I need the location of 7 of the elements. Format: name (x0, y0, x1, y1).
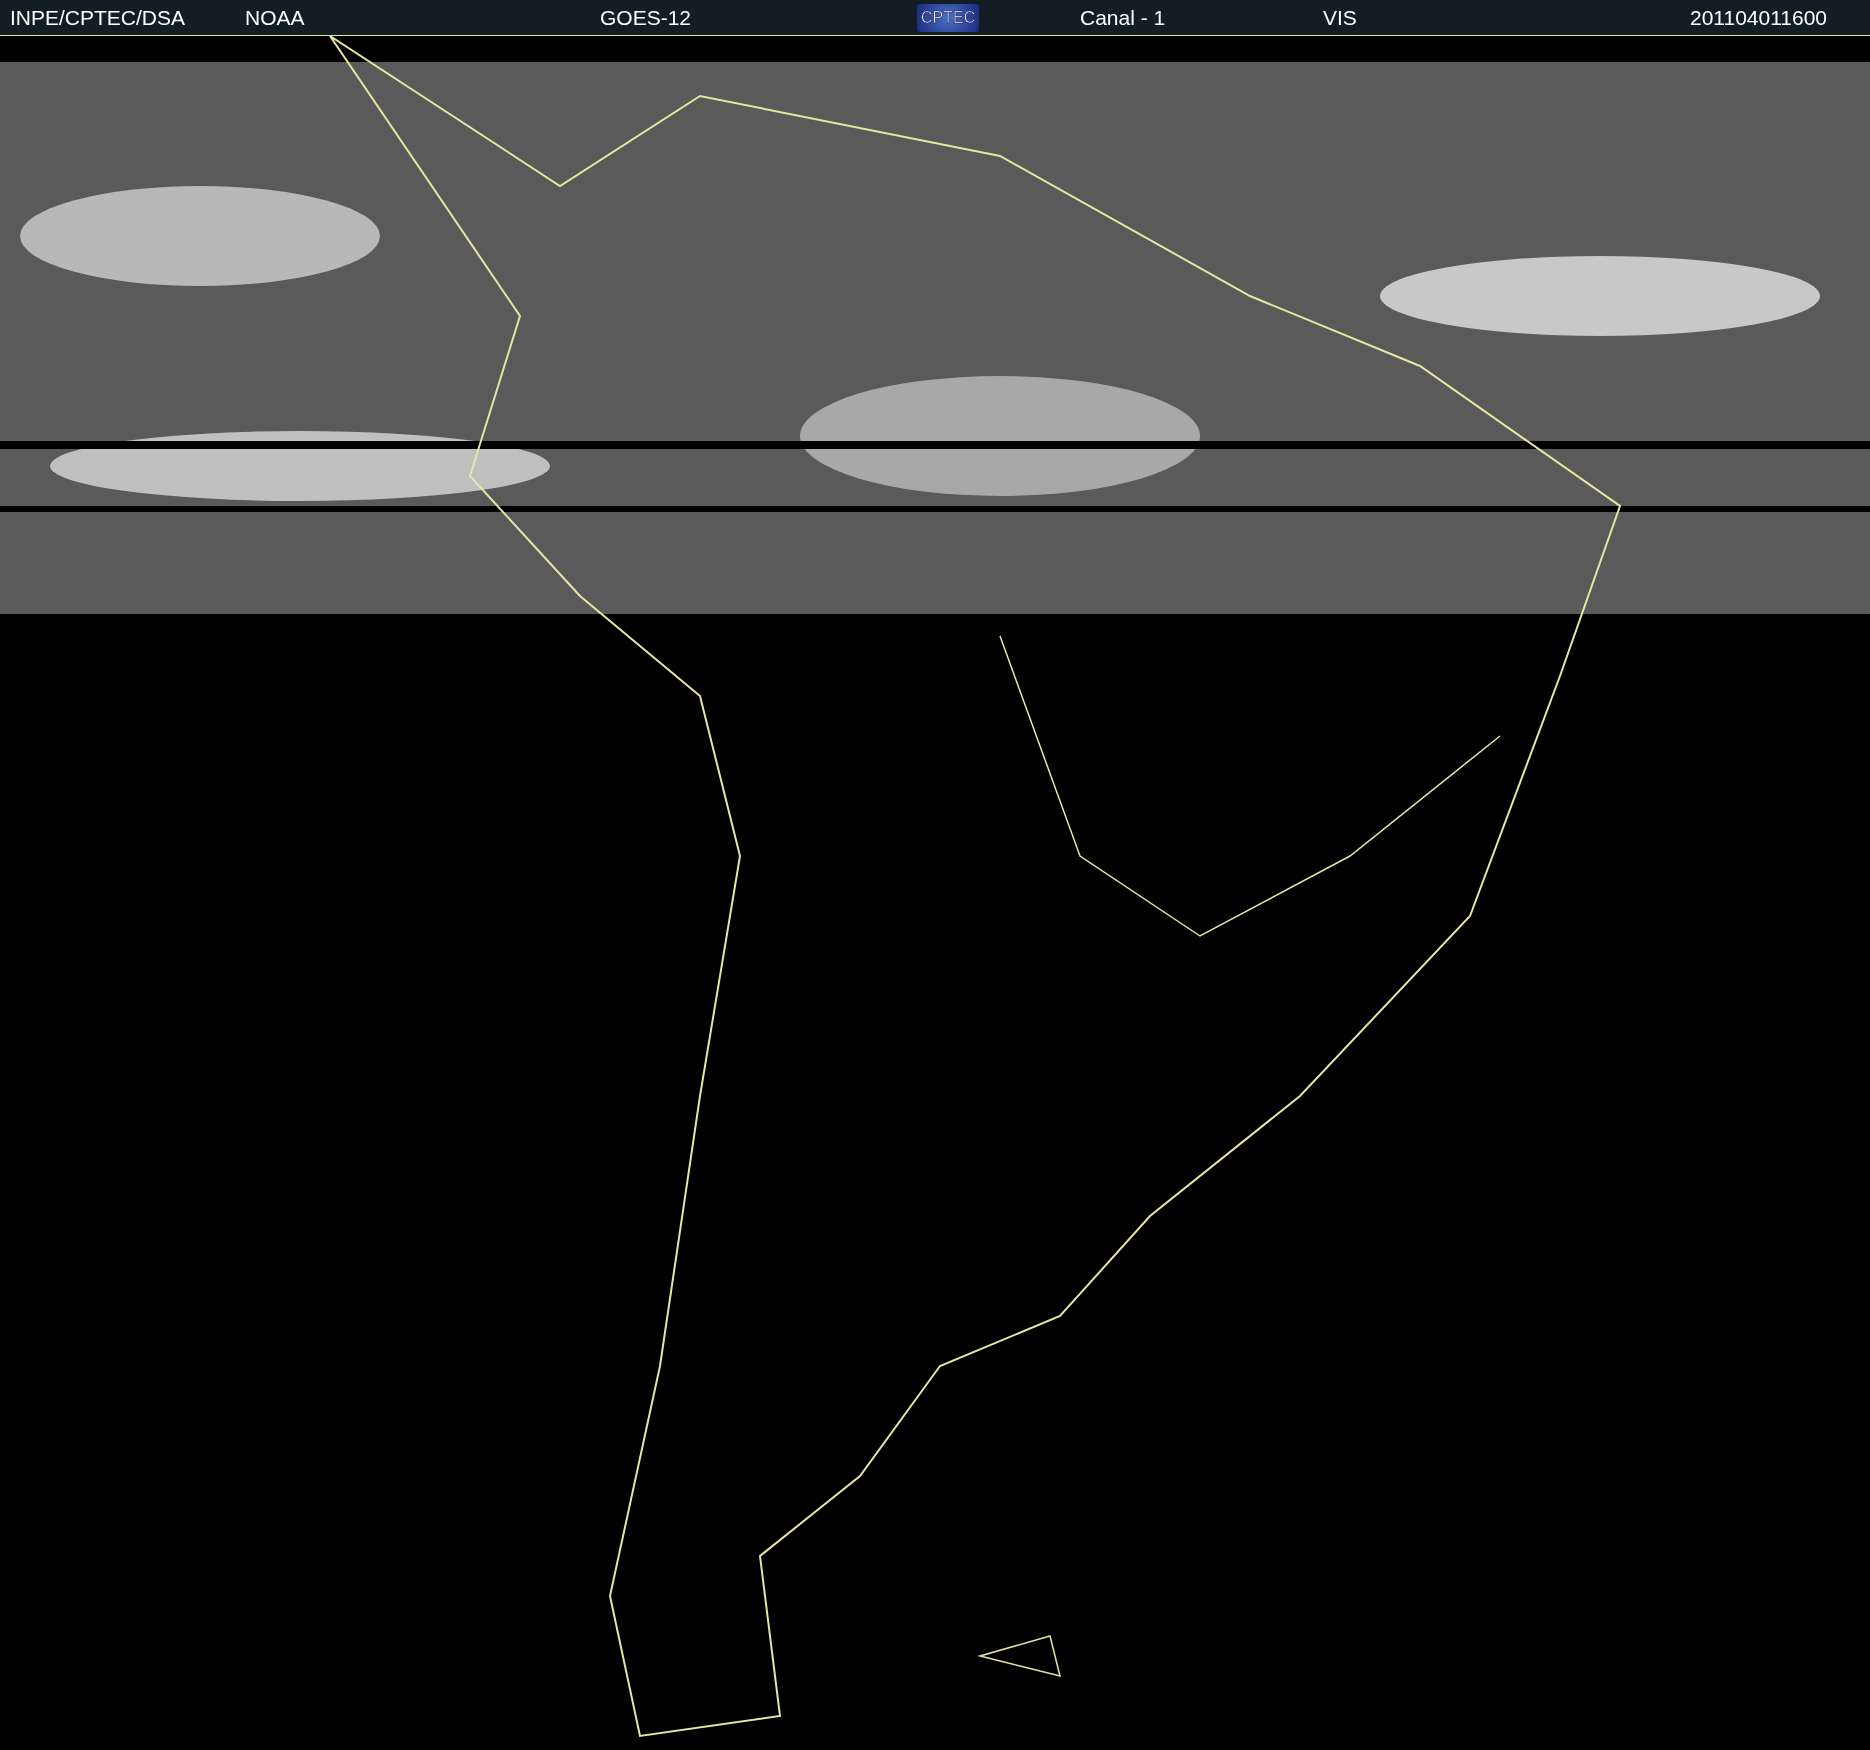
header-label: NOAA (245, 5, 305, 30)
header-label: INPE/CPTEC/DSA (10, 5, 186, 30)
logo: CPTEC (917, 3, 980, 32)
header-label: 201104011600 (1690, 5, 1828, 30)
header-label: Canal - 1 (1080, 5, 1166, 30)
header-label: VIS (1323, 5, 1357, 30)
header-label: GOES-12 (600, 5, 692, 30)
